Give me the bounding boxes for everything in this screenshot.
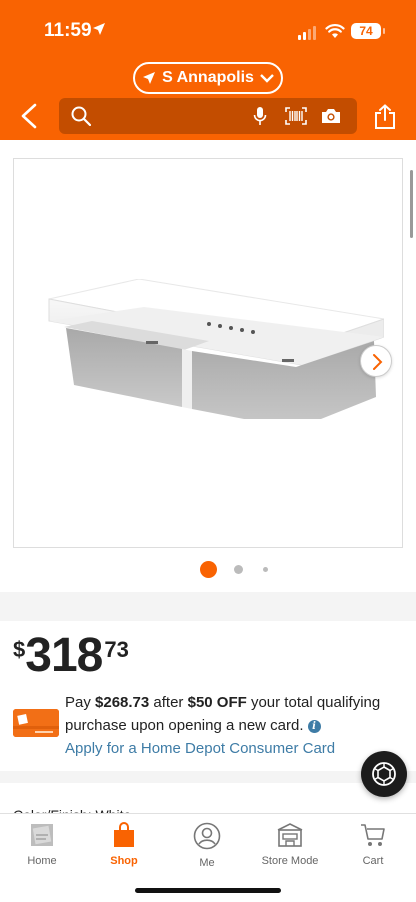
carousel-dot[interactable] xyxy=(263,567,268,572)
product-price: $ 318 73 xyxy=(13,629,129,683)
tab-shop-label: Shop xyxy=(110,855,138,867)
store-name: S Annapolis xyxy=(162,69,254,86)
home-depot-credit-card-icon xyxy=(13,709,59,737)
shop-bag-icon xyxy=(114,822,134,847)
scroll-indicator xyxy=(410,170,413,238)
apply-card-link[interactable]: Apply for a Home Depot Consumer Card xyxy=(65,737,405,760)
promo-pay-prefix: Pay xyxy=(65,694,96,711)
price-section: $ 318 73 Pay $268.73 after $50 OFF your … xyxy=(0,621,416,771)
tab-shop[interactable]: Shop xyxy=(84,822,164,867)
app-header: 11:59 74 S Annapolis xyxy=(0,0,416,140)
share-icon[interactable] xyxy=(374,104,396,130)
price-cents: 73 xyxy=(104,637,129,662)
tab-cart-label: Cart xyxy=(362,855,384,867)
store-icon xyxy=(277,823,303,847)
search-icon xyxy=(71,106,91,126)
home-indicator xyxy=(135,888,281,893)
carousel-next-button[interactable] xyxy=(360,345,392,377)
cellular-signal-icon xyxy=(298,26,316,40)
visual-search-button[interactable] xyxy=(361,751,407,797)
aperture-icon xyxy=(372,762,396,786)
range-hood-image xyxy=(48,279,384,419)
chevron-down-icon xyxy=(260,74,274,83)
tab-me[interactable]: Me xyxy=(167,822,247,869)
cart-icon xyxy=(361,824,385,846)
tab-store-mode-label: Store Mode xyxy=(261,855,319,867)
battery-indicator: 74 xyxy=(351,23,385,39)
promo-discount: $50 OFF xyxy=(187,694,247,711)
tab-home[interactable]: Home xyxy=(2,822,82,867)
wifi-icon xyxy=(325,24,345,38)
home-depot-logo-icon xyxy=(31,824,53,846)
search-input[interactable] xyxy=(59,98,357,134)
status-bar: 11:59 74 xyxy=(0,14,416,48)
promo-pay-amount: $268.73 xyxy=(95,694,150,711)
location-arrow-icon xyxy=(93,23,105,35)
tab-store-mode[interactable]: Store Mode xyxy=(250,822,330,867)
promo-after: after xyxy=(149,694,188,711)
back-arrow-icon[interactable] xyxy=(18,102,42,130)
carousel-dots xyxy=(0,560,416,580)
tab-me-label: Me xyxy=(199,857,215,869)
user-icon xyxy=(193,822,221,850)
camera-icon[interactable] xyxy=(321,108,341,124)
location-arrow-icon xyxy=(143,72,156,84)
carousel-dot[interactable] xyxy=(234,565,243,574)
microphone-icon[interactable] xyxy=(253,106,267,126)
chevron-right-icon xyxy=(373,354,383,370)
credit-card-promo: Pay $268.73 after $50 OFF your total qua… xyxy=(65,691,405,760)
info-icon[interactable]: i xyxy=(307,720,321,733)
price-dollars: 318 xyxy=(25,629,103,682)
product-image-carousel xyxy=(0,140,416,592)
store-selector-button[interactable]: S Annapolis xyxy=(133,62,283,94)
tab-home-label: Home xyxy=(27,855,57,867)
price-currency: $ xyxy=(13,637,26,662)
carousel-dot-active[interactable] xyxy=(200,561,217,578)
product-image-frame[interactable] xyxy=(13,158,403,548)
status-time: 11:59 xyxy=(44,20,92,41)
barcode-scan-icon[interactable] xyxy=(285,107,307,125)
tab-cart[interactable]: Cart xyxy=(333,822,413,867)
